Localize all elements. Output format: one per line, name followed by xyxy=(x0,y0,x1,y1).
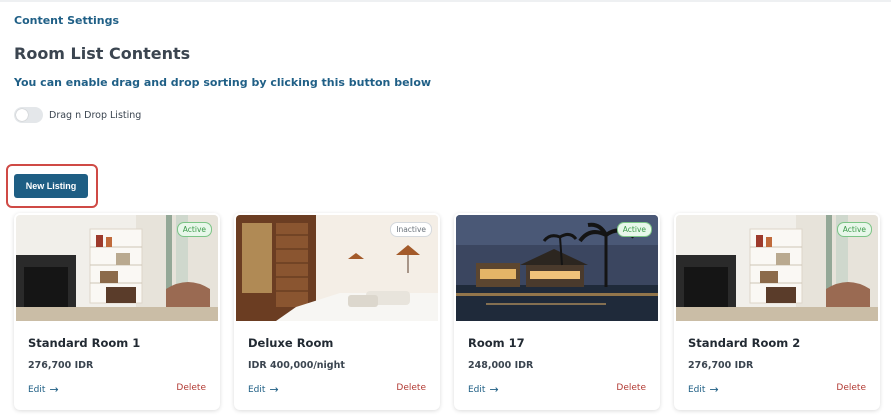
room-card: Active Standard Room 2 276,700 IDR Edit … xyxy=(674,213,880,410)
arrow-right-icon: → xyxy=(489,383,499,396)
room-photo: Inactive xyxy=(236,215,438,321)
room-price: 248,000 IDR xyxy=(468,360,534,371)
room-title: Deluxe Room xyxy=(248,336,334,350)
new-listing-button[interactable]: New Listing xyxy=(14,174,88,198)
room-price: IDR 400,000/night xyxy=(248,360,345,371)
room-price: 276,700 IDR xyxy=(688,360,754,371)
room-price: 276,700 IDR xyxy=(28,360,94,371)
delete-link[interactable]: Delete xyxy=(616,383,646,393)
status-badge: Active xyxy=(836,222,872,237)
arrow-right-icon: → xyxy=(49,383,59,396)
room-title: Standard Room 2 xyxy=(688,336,801,350)
room-card: Active Standard Room 1 276,700 IDR Edit … xyxy=(14,213,220,410)
room-photo: Active xyxy=(456,215,658,321)
room-title: Room 17 xyxy=(468,336,525,350)
new-listing-highlight: New Listing xyxy=(6,164,98,208)
page-subtitle: You can enable drag and drop sorting by … xyxy=(14,76,432,89)
edit-label: Edit xyxy=(28,384,46,395)
status-badge: Active xyxy=(176,222,212,237)
edit-label: Edit xyxy=(248,384,266,395)
arrow-right-icon: → xyxy=(709,383,719,396)
room-photo: Active xyxy=(676,215,878,321)
breadcrumb[interactable]: Content Settings xyxy=(14,14,119,27)
room-card: Inactive Deluxe Room IDR 400,000/night E… xyxy=(234,213,440,410)
edit-label: Edit xyxy=(688,384,706,395)
delete-link[interactable]: Delete xyxy=(836,383,866,393)
edit-link[interactable]: Edit → xyxy=(248,383,279,396)
room-title: Standard Room 1 xyxy=(28,336,141,350)
room-photo: Active xyxy=(16,215,218,321)
edit-link[interactable]: Edit → xyxy=(468,383,499,396)
toggle-knob xyxy=(16,109,28,121)
edit-label: Edit xyxy=(468,384,486,395)
edit-link[interactable]: Edit → xyxy=(28,383,59,396)
delete-link[interactable]: Delete xyxy=(396,383,426,393)
drag-drop-toggle-label: Drag n Drop Listing xyxy=(49,109,142,121)
drag-drop-toggle[interactable] xyxy=(14,107,43,123)
edit-link[interactable]: Edit → xyxy=(688,383,719,396)
arrow-right-icon: → xyxy=(269,383,279,396)
page-title: Room List Contents xyxy=(14,44,191,63)
top-divider xyxy=(0,0,891,2)
status-badge: Inactive xyxy=(390,222,432,237)
delete-link[interactable]: Delete xyxy=(176,383,206,393)
status-badge: Active xyxy=(616,222,652,237)
room-card: Active Room 17 248,000 IDR Edit → Delete xyxy=(454,213,660,410)
drag-drop-toggle-row: Drag n Drop Listing xyxy=(14,107,141,123)
